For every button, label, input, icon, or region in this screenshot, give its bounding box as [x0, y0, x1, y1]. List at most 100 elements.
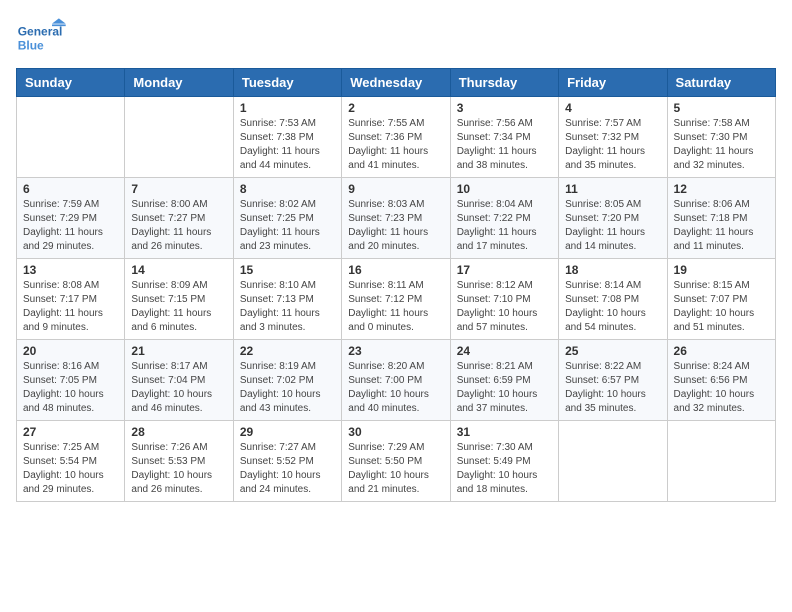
calendar-cell: 30 Sunrise: 7:29 AMSunset: 5:50 PMDayligh… — [342, 421, 450, 502]
day-number: 7 — [131, 182, 226, 196]
calendar-cell: 13 Sunrise: 8:08 AMSunset: 7:17 PMDayligh… — [17, 259, 125, 340]
calendar-cell: 25Sunrise: 8:22 AMSunset: 6:57 PMDayligh… — [559, 340, 667, 421]
calendar-cell: 27 Sunrise: 7:25 AMSunset: 5:54 PMDayligh… — [17, 421, 125, 502]
day-detail: Sunrise: 7:29 AMSunset: 5:50 PMDaylight:… — [348, 441, 443, 497]
svg-text:Blue: Blue — [18, 38, 44, 52]
day-number: 9 — [348, 182, 443, 196]
calendar-cell: 22Sunrise: 8:19 AMSunset: 7:02 PMDayligh… — [233, 340, 341, 421]
day-detail: Sunrise: 7:25 AMSunset: 5:54 PMDaylight:… — [23, 441, 118, 497]
calendar-header-row: SundayMondayTuesdayWednesdayThursdayFrid… — [17, 69, 776, 97]
day-number: 17 — [457, 263, 552, 277]
calendar-cell: 24 Sunrise: 8:21 AMSunset: 6:59 PMDayligh… — [450, 340, 558, 421]
calendar-cell: 17 Sunrise: 8:12 AMSunset: 7:10 PMDayligh… — [450, 259, 558, 340]
calendar-cell: 1 Sunrise: 7:53 AMSunset: 7:38 PMDaylight… — [233, 97, 341, 178]
calendar-cell: 6Sunrise: 7:59 AMSunset: 7:29 PMDaylight… — [17, 178, 125, 259]
calendar-table: SundayMondayTuesdayWednesdayThursdayFrid… — [16, 68, 776, 502]
day-detail: Sunrise: 8:15 AMSunset: 7:07 PMDaylight:… — [674, 279, 769, 335]
calendar-cell: 21Sunrise: 8:17 AMSunset: 7:04 PMDayligh… — [125, 340, 233, 421]
day-detail: Sunrise: 8:11 AMSunset: 7:12 PMDaylight:… — [348, 279, 443, 335]
calendar-cell: 11 Sunrise: 8:05 AMSunset: 7:20 PMDayligh… — [559, 178, 667, 259]
weekday-header: Friday — [559, 69, 667, 97]
calendar-cell — [667, 421, 775, 502]
calendar-cell: 5 Sunrise: 7:58 AMSunset: 7:30 PMDaylight… — [667, 97, 775, 178]
day-detail: Sunrise: 8:14 AMSunset: 7:08 PMDaylight:… — [565, 279, 660, 335]
logo: General Blue — [16, 16, 76, 56]
day-detail: Sunrise: 8:06 AMSunset: 7:18 PMDaylight:… — [674, 198, 769, 254]
day-number: 4 — [565, 101, 660, 115]
day-detail: Sunrise: 8:09 AMSunset: 7:15 PMDaylight:… — [131, 279, 226, 335]
day-detail: Sunrise: 8:02 AMSunset: 7:25 PMDaylight:… — [240, 198, 335, 254]
calendar-cell: 18Sunrise: 8:14 AMSunset: 7:08 PMDayligh… — [559, 259, 667, 340]
calendar-cell: 10 Sunrise: 8:04 AMSunset: 7:22 PMDayligh… — [450, 178, 558, 259]
calendar-week-row: 13 Sunrise: 8:08 AMSunset: 7:17 PMDayligh… — [17, 259, 776, 340]
calendar-cell — [559, 421, 667, 502]
page-header: General Blue — [16, 16, 776, 56]
calendar-cell: 15 Sunrise: 8:10 AMSunset: 7:13 PMDayligh… — [233, 259, 341, 340]
day-detail: Sunrise: 7:30 AMSunset: 5:49 PMDaylight:… — [457, 441, 552, 497]
day-number: 31 — [457, 425, 552, 439]
day-number: 24 — [457, 344, 552, 358]
day-number: 27 — [23, 425, 118, 439]
calendar-week-row: 1 Sunrise: 7:53 AMSunset: 7:38 PMDaylight… — [17, 97, 776, 178]
day-detail: Sunrise: 7:58 AMSunset: 7:30 PMDaylight:… — [674, 117, 769, 173]
calendar-cell: 20 Sunrise: 8:16 AMSunset: 7:05 PMDayligh… — [17, 340, 125, 421]
day-number: 5 — [674, 101, 769, 115]
calendar-cell — [125, 97, 233, 178]
calendar-cell: 4 Sunrise: 7:57 AMSunset: 7:32 PMDaylight… — [559, 97, 667, 178]
calendar-week-row: 6Sunrise: 7:59 AMSunset: 7:29 PMDaylight… — [17, 178, 776, 259]
day-detail: Sunrise: 8:16 AMSunset: 7:05 PMDaylight:… — [23, 360, 118, 416]
day-number: 19 — [674, 263, 769, 277]
day-detail: Sunrise: 7:56 AMSunset: 7:34 PMDaylight:… — [457, 117, 552, 173]
calendar-cell: 19 Sunrise: 8:15 AMSunset: 7:07 PMDayligh… — [667, 259, 775, 340]
calendar-cell: 31 Sunrise: 7:30 AMSunset: 5:49 PMDayligh… — [450, 421, 558, 502]
weekday-header: Saturday — [667, 69, 775, 97]
day-detail: Sunrise: 7:27 AMSunset: 5:52 PMDaylight:… — [240, 441, 335, 497]
day-number: 15 — [240, 263, 335, 277]
calendar-cell: 26Sunrise: 8:24 AMSunset: 6:56 PMDayligh… — [667, 340, 775, 421]
day-number: 25 — [565, 344, 660, 358]
calendar-cell: 12Sunrise: 8:06 AMSunset: 7:18 PMDayligh… — [667, 178, 775, 259]
day-number: 10 — [457, 182, 552, 196]
day-number: 1 — [240, 101, 335, 115]
day-number: 23 — [348, 344, 443, 358]
calendar-cell: 3 Sunrise: 7:56 AMSunset: 7:34 PMDaylight… — [450, 97, 558, 178]
calendar-cell: 9Sunrise: 8:03 AMSunset: 7:23 PMDaylight… — [342, 178, 450, 259]
calendar-cell: 14Sunrise: 8:09 AMSunset: 7:15 PMDayligh… — [125, 259, 233, 340]
day-detail: Sunrise: 7:57 AMSunset: 7:32 PMDaylight:… — [565, 117, 660, 173]
calendar-cell: 7 Sunrise: 8:00 AMSunset: 7:27 PMDaylight… — [125, 178, 233, 259]
day-number: 22 — [240, 344, 335, 358]
day-number: 20 — [23, 344, 118, 358]
day-detail: Sunrise: 8:05 AMSunset: 7:20 PMDaylight:… — [565, 198, 660, 254]
weekday-header: Tuesday — [233, 69, 341, 97]
day-number: 28 — [131, 425, 226, 439]
day-detail: Sunrise: 8:08 AMSunset: 7:17 PMDaylight:… — [23, 279, 118, 335]
calendar-cell — [17, 97, 125, 178]
day-detail: Sunrise: 8:10 AMSunset: 7:13 PMDaylight:… — [240, 279, 335, 335]
calendar-cell: 2 Sunrise: 7:55 AMSunset: 7:36 PMDaylight… — [342, 97, 450, 178]
day-detail: Sunrise: 8:04 AMSunset: 7:22 PMDaylight:… — [457, 198, 552, 254]
day-number: 30 — [348, 425, 443, 439]
day-detail: Sunrise: 8:21 AMSunset: 6:59 PMDaylight:… — [457, 360, 552, 416]
logo-svg: General Blue — [16, 16, 76, 56]
day-number: 8 — [240, 182, 335, 196]
day-number: 11 — [565, 182, 660, 196]
day-number: 2 — [348, 101, 443, 115]
day-number: 13 — [23, 263, 118, 277]
calendar-week-row: 20 Sunrise: 8:16 AMSunset: 7:05 PMDayligh… — [17, 340, 776, 421]
weekday-header: Monday — [125, 69, 233, 97]
calendar-cell: 23 Sunrise: 8:20 AMSunset: 7:00 PMDayligh… — [342, 340, 450, 421]
day-detail: Sunrise: 8:00 AMSunset: 7:27 PMDaylight:… — [131, 198, 226, 254]
day-number: 3 — [457, 101, 552, 115]
calendar-cell: 16Sunrise: 8:11 AMSunset: 7:12 PMDayligh… — [342, 259, 450, 340]
svg-text:General: General — [18, 25, 63, 39]
day-detail: Sunrise: 8:12 AMSunset: 7:10 PMDaylight:… — [457, 279, 552, 335]
day-detail: Sunrise: 7:59 AMSunset: 7:29 PMDaylight:… — [23, 198, 118, 254]
weekday-header: Wednesday — [342, 69, 450, 97]
calendar-cell: 28Sunrise: 7:26 AMSunset: 5:53 PMDayligh… — [125, 421, 233, 502]
calendar-cell: 29Sunrise: 7:27 AMSunset: 5:52 PMDayligh… — [233, 421, 341, 502]
day-detail: Sunrise: 7:53 AMSunset: 7:38 PMDaylight:… — [240, 117, 335, 173]
day-detail: Sunrise: 7:55 AMSunset: 7:36 PMDaylight:… — [348, 117, 443, 173]
calendar-week-row: 27 Sunrise: 7:25 AMSunset: 5:54 PMDayligh… — [17, 421, 776, 502]
weekday-header: Sunday — [17, 69, 125, 97]
day-detail: Sunrise: 8:20 AMSunset: 7:00 PMDaylight:… — [348, 360, 443, 416]
